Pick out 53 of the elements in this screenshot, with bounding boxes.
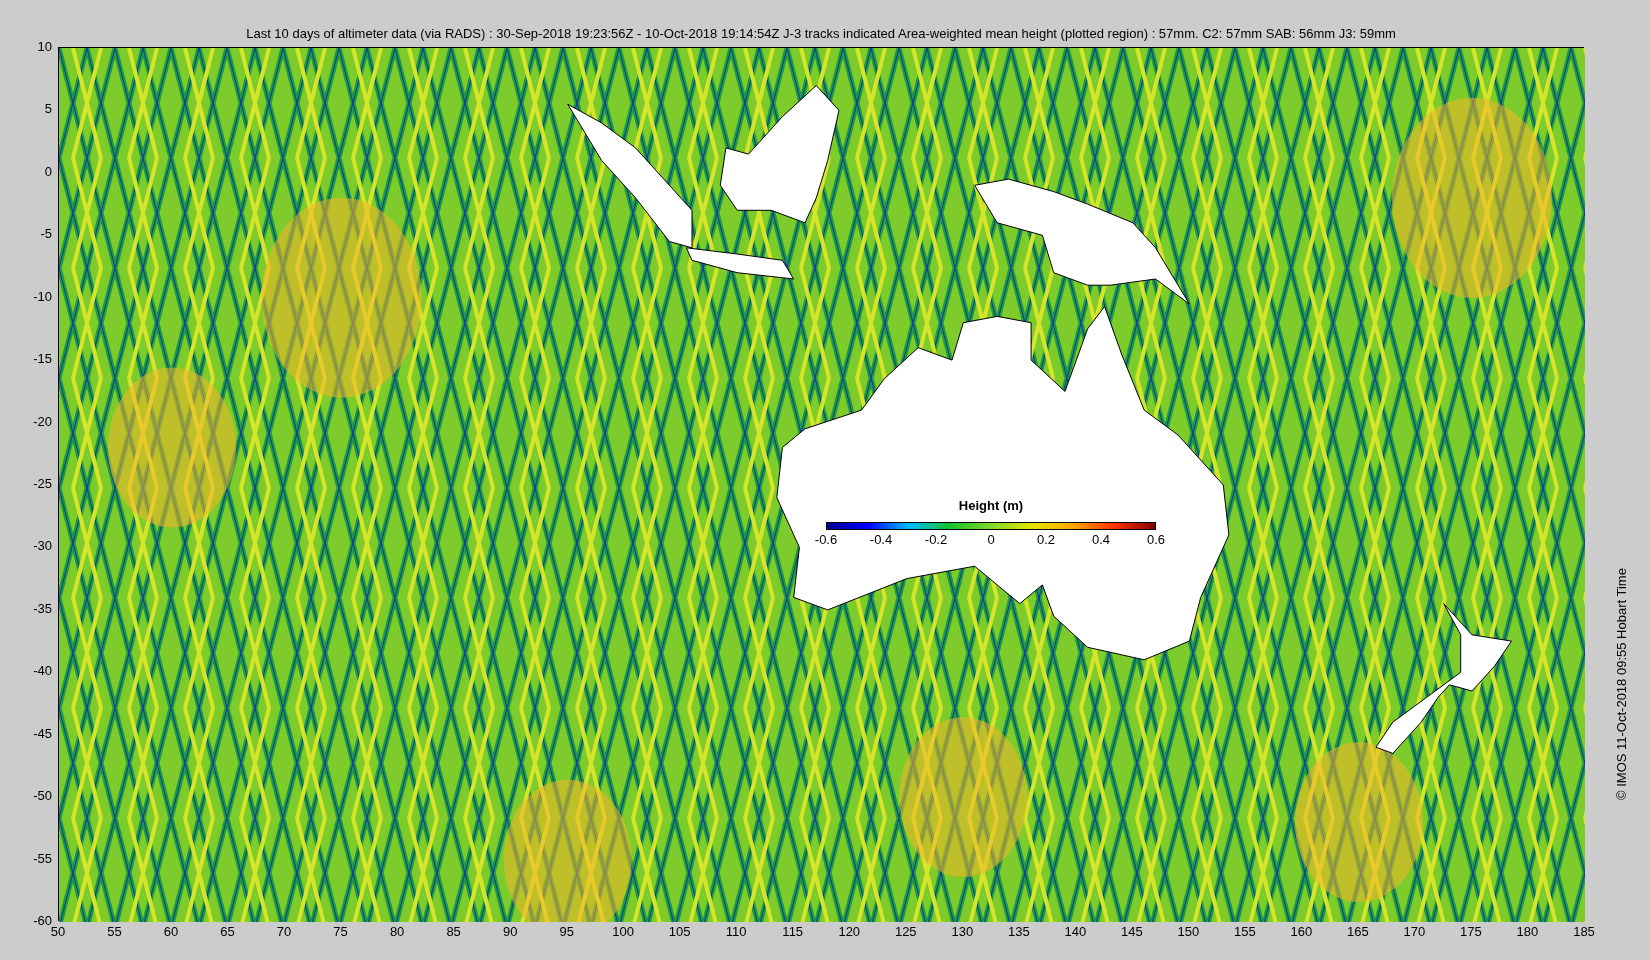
x-axis-label: 145 (1121, 925, 1143, 938)
credit-text: © IMOS 11-Oct-2018 09:55 Hobart Time (1613, 568, 1630, 800)
x-axis-label: 135 (1007, 925, 1030, 938)
x-axis-label: 150 (1177, 925, 1200, 938)
x-axis-label: 120 (838, 925, 861, 938)
colorbar-label: Height (m) (957, 497, 1025, 515)
x-axis-label: 65 (220, 925, 235, 938)
x-axis-label: 50 (50, 925, 66, 938)
x-axis-label: 175 (1460, 925, 1482, 938)
y-axis-label: -25 (32, 477, 52, 490)
colorbar-tick-label: 0.6 (1146, 532, 1166, 546)
y-axis-label: -10 (32, 289, 52, 303)
x-axis-label: 180 (1516, 925, 1539, 938)
y-axis-label: -35 (32, 601, 52, 615)
x-axis-label: 60 (163, 925, 179, 938)
x-axis-label: 110 (725, 925, 747, 938)
y-axis-label: 5 (43, 102, 52, 116)
x-axis-label: 75 (333, 925, 348, 938)
chart-title: Last 10 days of altimeter data (via RADS) : 30-Sep-2018 19:23:56Z - 10-Oct-2018 19:14:54Z J-3 tracks indicated Area-weighted mean height (plotted region) : 57mm. C2: 57mm SAB: 56mm J3: 59mm (245, 25, 1397, 43)
y-axis-label: -40 (32, 664, 52, 678)
x-axis-label: 55 (107, 925, 122, 938)
y-axis-label: 0 (43, 164, 52, 178)
x-axis-label: 155 (1234, 925, 1256, 938)
x-axis-label: 185 (1573, 925, 1595, 938)
x-axis-label: 70 (276, 925, 292, 938)
y-axis-label: -20 (32, 414, 52, 428)
colorbar-tick-label: 0.2 (1036, 532, 1056, 546)
x-axis-label: 140 (1064, 925, 1087, 938)
y-axis-label: -60 (32, 914, 52, 927)
x-axis-label: 105 (668, 925, 691, 938)
x-axis-label: 95 (559, 925, 574, 938)
colorbar-tick-label: -0.2 (924, 532, 948, 546)
x-axis-label: 165 (1347, 925, 1369, 938)
y-axis-label: -55 (32, 851, 52, 865)
x-axis-label: 160 (1290, 925, 1313, 938)
y-axis-label: -50 (32, 789, 52, 803)
x-axis-label: 115 (782, 925, 804, 938)
colorbar-tick-label: -0.4 (869, 532, 893, 546)
y-axis-label: 10 (36, 40, 52, 53)
x-axis-label: 100 (612, 925, 634, 938)
y-axis-label: -45 (32, 726, 52, 740)
y-axis-label: -30 (32, 539, 52, 553)
x-axis-label: 80 (389, 925, 405, 938)
colorbar-tick-label: 0.4 (1091, 532, 1111, 546)
y-axis-label: -15 (32, 352, 52, 366)
x-axis-label: 130 (951, 925, 974, 938)
colorbar-tick-label: -0.6 (814, 532, 838, 546)
x-axis-label: 170 (1403, 925, 1426, 938)
colorbar-tick-label: 0 (987, 532, 995, 546)
x-axis-label: 90 (502, 925, 518, 938)
x-axis-label: 125 (894, 925, 917, 938)
x-axis-label: 85 (446, 925, 461, 938)
y-axis-label: -5 (39, 227, 52, 241)
